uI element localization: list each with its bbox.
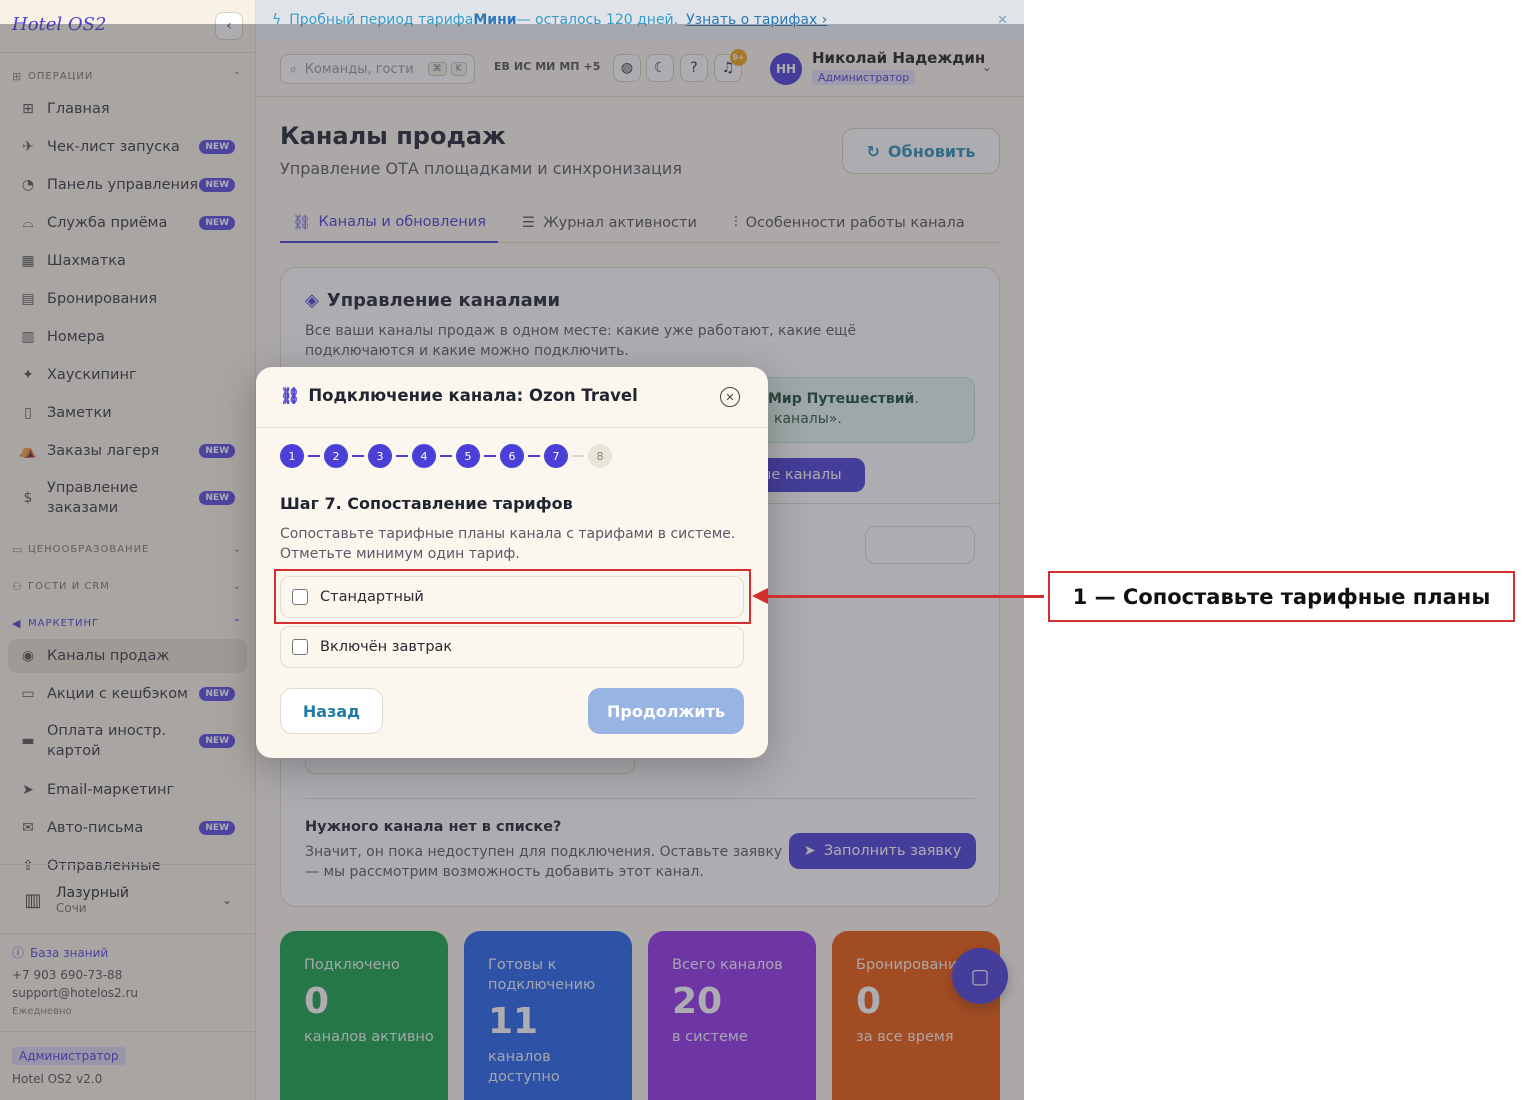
step-connector	[528, 455, 540, 457]
app-window: Hotel OS2 ‹ ⊞ ОПЕРАЦИИ ⌃ ⊞ Главная ✈ Чек-ли…	[0, 0, 1024, 1100]
tariff-option-breakfast[interactable]: Включён завтрак	[280, 626, 744, 668]
step-connector	[308, 455, 320, 457]
step-connector	[440, 455, 452, 457]
stepper: 12345678	[280, 444, 612, 468]
step-connector	[484, 455, 496, 457]
step-connector	[572, 455, 584, 457]
step-indicator: 6	[500, 444, 524, 468]
tariff-label: Включён завтрак	[320, 639, 453, 655]
step-indicator: 7	[544, 444, 568, 468]
modal-title: ⛓ Подключение канала: Ozon Travel	[280, 386, 638, 405]
annotation-arrow-head	[752, 588, 768, 604]
step-indicator: 2	[324, 444, 348, 468]
step-indicator: 8	[588, 444, 612, 468]
close-modal-button[interactable]: ✕	[720, 387, 740, 407]
step-connector	[396, 455, 408, 457]
modal-header: ⛓ Подключение канала: Ozon Travel ✕	[256, 367, 768, 428]
step-indicator: 3	[368, 444, 392, 468]
connect-channel-modal: ⛓ Подключение канала: Ozon Travel ✕ 1234…	[256, 367, 768, 758]
back-button[interactable]: Назад	[280, 688, 383, 734]
annotation-callout: 1 — Сопоставьте тарифные планы	[1048, 571, 1515, 622]
step-connector	[352, 455, 364, 457]
step-indicator: 1	[280, 444, 304, 468]
continue-button[interactable]: Продолжить	[588, 688, 744, 734]
step-indicator: 5	[456, 444, 480, 468]
step-description: Сопоставьте тарифные планы канала с тари…	[280, 526, 736, 562]
annotation-arrow	[766, 595, 1044, 598]
close-icon: ✕	[725, 390, 735, 404]
banner-dim	[256, 0, 1024, 24]
link-icon: ⛓	[280, 386, 301, 405]
tariff-checkbox[interactable]	[292, 639, 308, 655]
step-title: Шаг 7. Сопоставление тарифов	[280, 494, 573, 513]
step-indicator: 4	[412, 444, 436, 468]
annotation-highlight	[274, 569, 751, 624]
modal-title-text: Подключение канала: Ozon Travel	[308, 386, 638, 405]
